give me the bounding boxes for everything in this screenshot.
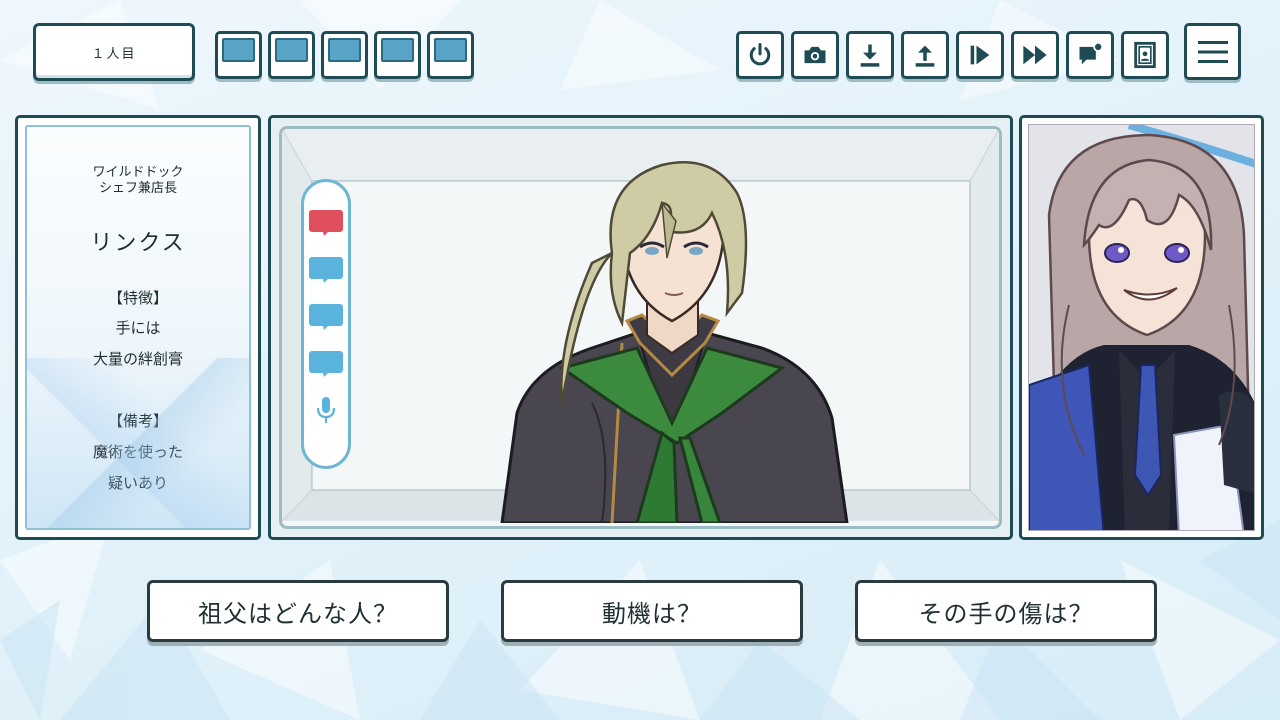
blue-speech-bubble-icon[interactable] xyxy=(309,302,343,331)
profile-card-button[interactable] xyxy=(1121,31,1169,79)
feature-text-line: 手には xyxy=(115,319,161,337)
portrait-card-icon xyxy=(1134,41,1156,69)
profile-org-line: ワイルドドック xyxy=(92,165,184,180)
choice-button-hand-wound[interactable]: その手の傷は？ xyxy=(855,580,1157,642)
slot-3[interactable] xyxy=(321,31,368,79)
evidence-slots xyxy=(215,31,474,79)
power-button[interactable] xyxy=(736,31,784,79)
feature-text-line: 大量の絆創膏 xyxy=(92,350,183,368)
play-step-icon xyxy=(970,45,990,65)
slot-2[interactable] xyxy=(268,31,315,79)
power-icon xyxy=(749,42,771,66)
microphone-icon[interactable] xyxy=(315,396,337,426)
detective-portrait-panel xyxy=(1019,115,1264,540)
profile-organization: ワイルドドック シェフ兼店長 xyxy=(27,165,249,197)
detective-portrait xyxy=(1029,125,1254,530)
note-heading: 【備考】 xyxy=(107,412,168,430)
slot-1[interactable] xyxy=(215,31,262,79)
slot-4[interactable] xyxy=(374,31,421,79)
interrogation-stage xyxy=(268,115,1013,540)
blue-speech-bubble-icon[interactable] xyxy=(309,255,343,284)
profile-name: リンクス xyxy=(90,231,186,256)
slot-5[interactable] xyxy=(427,31,474,79)
screenshot-button[interactable] xyxy=(791,31,839,79)
log-button[interactable] xyxy=(1066,31,1114,79)
save-button[interactable] xyxy=(901,31,949,79)
feature-heading: 【特徴】 xyxy=(107,289,168,307)
upload-icon xyxy=(915,45,935,67)
fast-forward-icon xyxy=(1023,45,1047,65)
evidence-bubble-column xyxy=(301,179,351,469)
choice-button-grandfather[interactable]: 祖父はどんな人？ xyxy=(147,580,449,642)
fast-forward-button[interactable] xyxy=(1011,31,1059,79)
chat-notification-icon xyxy=(1079,41,1104,65)
download-icon xyxy=(860,44,880,67)
toolbar xyxy=(736,31,1169,79)
choice-button-motive[interactable]: 動機は？ xyxy=(501,580,803,642)
suspect-character xyxy=(500,161,849,523)
step-forward-button[interactable] xyxy=(956,31,1004,79)
red-speech-bubble-icon[interactable] xyxy=(309,208,343,237)
person-counter: １人目 xyxy=(33,23,195,81)
note-text-line: 魔術を使った xyxy=(92,443,183,461)
camera-icon xyxy=(804,46,826,64)
menu-icon xyxy=(1197,40,1228,63)
load-button[interactable] xyxy=(846,31,894,79)
blue-speech-bubble-icon[interactable] xyxy=(309,349,343,378)
note-text-line: 疑いあり xyxy=(107,474,168,492)
menu-button[interactable] xyxy=(1184,23,1241,80)
suspect-profile-panel: ワイルドドック シェフ兼店長 リンクス 【特徴】 手には 大量の絆創膏 【備考】… xyxy=(15,115,261,540)
profile-role-line: シェフ兼店長 xyxy=(98,181,177,196)
